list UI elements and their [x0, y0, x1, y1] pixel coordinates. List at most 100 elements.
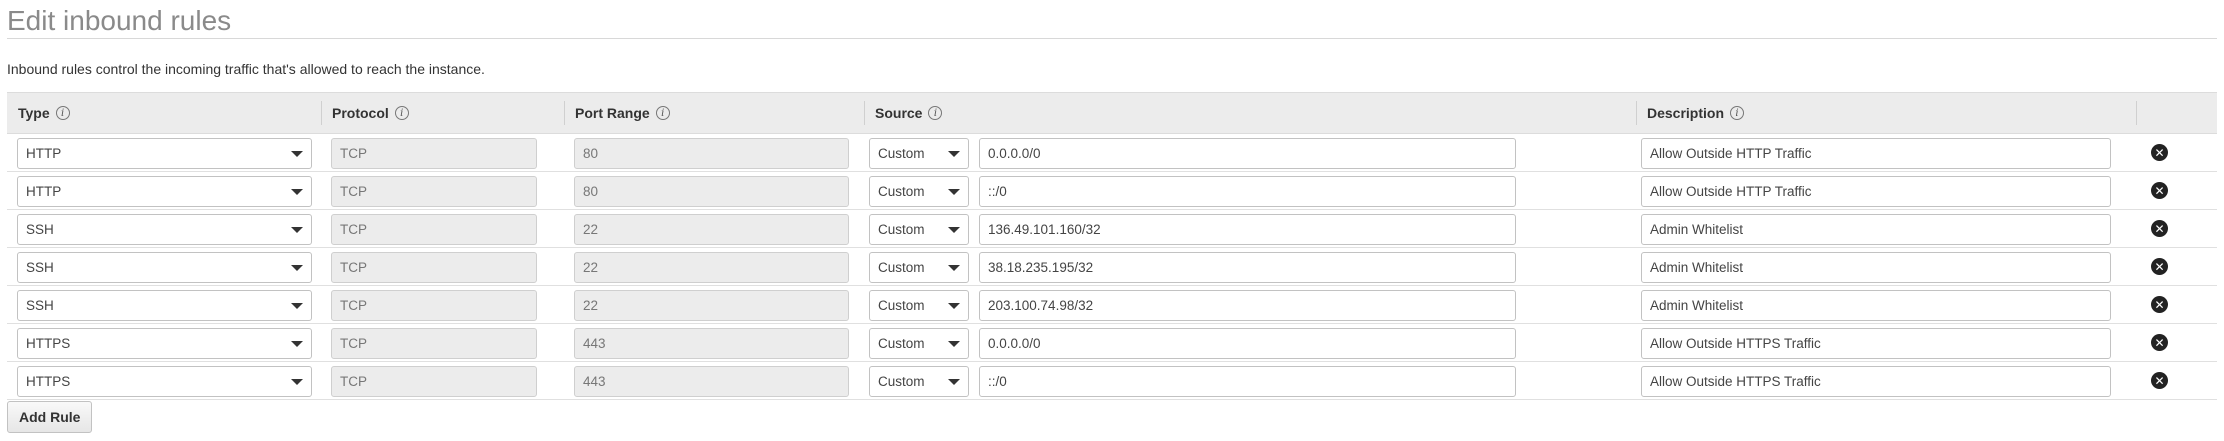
- protocol-field: TCP: [331, 252, 537, 283]
- delete-rule-icon[interactable]: ✕: [2151, 334, 2168, 351]
- port-range-field: 22: [574, 290, 849, 321]
- info-icon[interactable]: i: [1730, 106, 1745, 120]
- source-mode-value: Custom: [878, 336, 925, 351]
- table-header: Type i Protocol i Port Range i Source i …: [7, 92, 2217, 134]
- page-intro: Inbound rules control the incoming traff…: [7, 61, 485, 77]
- column-header-description: Description i: [1636, 93, 2136, 133]
- description-input[interactable]: Admin Whitelist: [1641, 290, 2111, 321]
- source-mode-value: Custom: [878, 146, 925, 161]
- table-row: HTTPS TCP 443 Custom ::/0 Allow Outside …: [7, 362, 2217, 400]
- port-range-field: 443: [574, 366, 849, 397]
- protocol-value: TCP: [340, 336, 367, 351]
- port-range-field: 80: [574, 138, 849, 169]
- type-select-value: HTTPS: [26, 374, 71, 389]
- delete-rule-icon[interactable]: ✕: [2151, 144, 2168, 161]
- source-mode-value: Custom: [878, 298, 925, 313]
- source-mode-select[interactable]: Custom: [869, 176, 969, 207]
- column-label-port-range: Port Range: [575, 105, 650, 121]
- source-cidr-input[interactable]: 0.0.0.0/0: [979, 328, 1516, 359]
- description-value: Allow Outside HTTPS Traffic: [1650, 374, 1821, 389]
- chevron-down-icon: [948, 303, 960, 309]
- type-select[interactable]: HTTP: [17, 176, 312, 207]
- chevron-down-icon: [291, 341, 303, 347]
- chevron-down-icon: [948, 189, 960, 195]
- description-input[interactable]: Admin Whitelist: [1641, 252, 2111, 283]
- port-range-value: 22: [583, 298, 599, 313]
- source-cidr-input[interactable]: 203.100.74.98/32: [979, 290, 1516, 321]
- source-cidr-value: 0.0.0.0/0: [988, 336, 1041, 351]
- source-cidr-input[interactable]: 136.49.101.160/32: [979, 214, 1516, 245]
- protocol-field: TCP: [331, 176, 537, 207]
- source-mode-value: Custom: [878, 374, 925, 389]
- inbound-rules-table: Type i Protocol i Port Range i Source i …: [7, 92, 2217, 400]
- port-range-value: 443: [583, 374, 606, 389]
- type-select[interactable]: SSH: [17, 252, 312, 283]
- delete-rule-icon[interactable]: ✕: [2151, 258, 2168, 275]
- type-select-value: HTTPS: [26, 336, 71, 351]
- source-cidr-input[interactable]: ::/0: [979, 366, 1516, 397]
- type-select[interactable]: HTTPS: [17, 366, 312, 397]
- column-header-source: Source i: [864, 93, 1636, 133]
- delete-rule-icon[interactable]: ✕: [2151, 182, 2168, 199]
- source-cidr-input[interactable]: 38.18.235.195/32: [979, 252, 1516, 283]
- chevron-down-icon: [291, 379, 303, 385]
- table-row: SSH TCP 22 Custom 136.49.101.160/32 Admi…: [7, 210, 2217, 248]
- chevron-down-icon: [291, 151, 303, 157]
- source-cidr-value: 136.49.101.160/32: [988, 222, 1101, 237]
- type-select[interactable]: HTTPS: [17, 328, 312, 359]
- info-icon[interactable]: i: [55, 106, 70, 120]
- port-range-value: 80: [583, 146, 599, 161]
- type-select-value: HTTP: [26, 184, 62, 199]
- delete-rule-icon[interactable]: ✕: [2151, 372, 2168, 389]
- delete-rule-icon[interactable]: ✕: [2151, 296, 2168, 313]
- column-label-type: Type: [18, 105, 50, 121]
- type-select-value: HTTP: [26, 146, 62, 161]
- port-range-value: 443: [583, 336, 606, 351]
- description-value: Allow Outside HTTP Traffic: [1650, 146, 1812, 161]
- info-icon[interactable]: i: [928, 106, 943, 120]
- type-select[interactable]: SSH: [17, 214, 312, 245]
- port-range-value: 22: [583, 222, 599, 237]
- source-mode-select[interactable]: Custom: [869, 290, 969, 321]
- description-input[interactable]: Allow Outside HTTP Traffic: [1641, 176, 2111, 207]
- info-icon[interactable]: i: [655, 106, 670, 120]
- source-cidr-value: ::/0: [988, 184, 1007, 199]
- chevron-down-icon: [948, 227, 960, 233]
- column-header-port-range: Port Range i: [564, 93, 864, 133]
- type-select[interactable]: SSH: [17, 290, 312, 321]
- protocol-field: TCP: [331, 214, 537, 245]
- protocol-field: TCP: [331, 328, 537, 359]
- source-mode-select[interactable]: Custom: [869, 138, 969, 169]
- chevron-down-icon: [291, 303, 303, 309]
- source-mode-select[interactable]: Custom: [869, 214, 969, 245]
- source-mode-select[interactable]: Custom: [869, 366, 969, 397]
- type-select[interactable]: HTTP: [17, 138, 312, 169]
- source-mode-select[interactable]: Custom: [869, 328, 969, 359]
- description-value: Allow Outside HTTPS Traffic: [1650, 336, 1821, 351]
- table-row: HTTPS TCP 443 Custom 0.0.0.0/0 Allow Out…: [7, 324, 2217, 362]
- chevron-down-icon: [291, 265, 303, 271]
- source-cidr-input[interactable]: 0.0.0.0/0: [979, 138, 1516, 169]
- protocol-value: TCP: [340, 298, 367, 313]
- title-divider: [7, 38, 2217, 39]
- source-cidr-input[interactable]: ::/0: [979, 176, 1516, 207]
- description-value: Admin Whitelist: [1650, 298, 1744, 313]
- chevron-down-icon: [291, 189, 303, 195]
- delete-rule-icon[interactable]: ✕: [2151, 220, 2168, 237]
- description-input[interactable]: Allow Outside HTTPS Traffic: [1641, 328, 2111, 359]
- source-cidr-value: 38.18.235.195/32: [988, 260, 1094, 275]
- description-input[interactable]: Admin Whitelist: [1641, 214, 2111, 245]
- protocol-value: TCP: [340, 222, 367, 237]
- table-row: HTTP TCP 80 Custom 0.0.0.0/0 Allow Outsi…: [7, 134, 2217, 172]
- chevron-down-icon: [291, 227, 303, 233]
- column-label-source: Source: [875, 105, 923, 121]
- description-input[interactable]: Allow Outside HTTPS Traffic: [1641, 366, 2111, 397]
- protocol-value: TCP: [340, 374, 367, 389]
- protocol-value: TCP: [340, 184, 367, 199]
- add-rule-button[interactable]: Add Rule: [7, 401, 93, 433]
- source-mode-select[interactable]: Custom: [869, 252, 969, 283]
- protocol-field: TCP: [331, 366, 537, 397]
- description-input[interactable]: Allow Outside HTTP Traffic: [1641, 138, 2111, 169]
- table-body: HTTP TCP 80 Custom 0.0.0.0/0 Allow Outsi…: [7, 134, 2217, 400]
- info-icon[interactable]: i: [394, 106, 409, 120]
